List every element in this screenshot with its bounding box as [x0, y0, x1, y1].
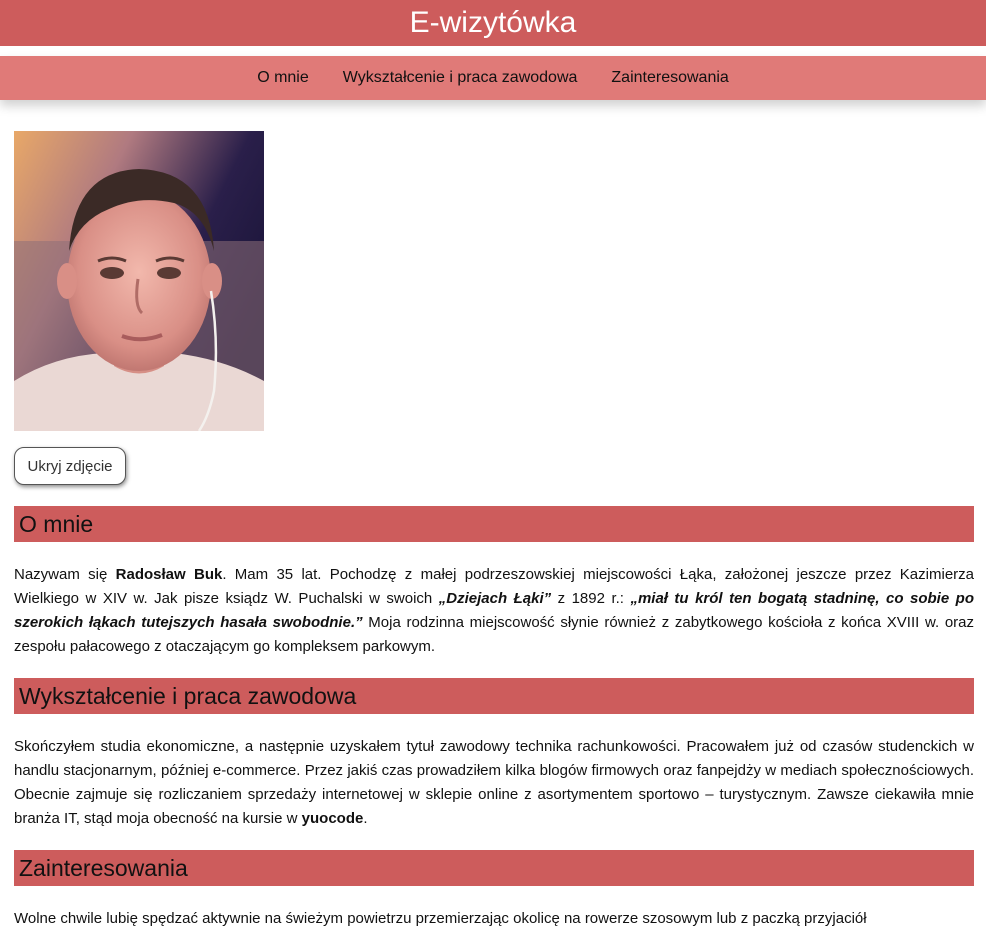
- site-header: E-wizytówka: [0, 0, 986, 46]
- education-paragraph: Skończyłem studia ekonomiczne, a następn…: [14, 735, 974, 831]
- education-text-end: .: [363, 810, 368, 827]
- about-text-intro: Nazywam się: [14, 566, 116, 583]
- profile-photo: [14, 131, 264, 431]
- about-book-title: „Dziejach Łąki”: [438, 590, 552, 607]
- education-brand: yuocode: [301, 810, 364, 827]
- about-name: Radosław Buk: [115, 566, 223, 583]
- section-heading-interests: Zainteresowania: [14, 850, 974, 886]
- nav-link-interests[interactable]: Zainteresowania: [611, 69, 728, 87]
- site-title: E-wizytówka: [409, 6, 577, 39]
- hide-photo-button[interactable]: Ukryj zdjęcie: [14, 447, 126, 485]
- main-nav: O mnie Wykształcenie i praca zawodowa Za…: [0, 56, 986, 100]
- interests-paragraph: Wolne chwile lubię spędzać aktywnie na ś…: [14, 907, 974, 931]
- education-text: Skończyłem studia ekonomiczne, a następn…: [14, 738, 974, 827]
- about-text-mid2: z 1892 r.:: [551, 590, 631, 607]
- interests-text: Wolne chwile lubię spędzać aktywnie na ś…: [14, 910, 867, 927]
- nav-link-about[interactable]: O mnie: [257, 69, 309, 87]
- profile-photo-image: [14, 131, 264, 431]
- section-heading-about: O mnie: [14, 506, 974, 542]
- nav-link-education[interactable]: Wykształcenie i praca zawodowa: [343, 69, 578, 87]
- section-heading-education: Wykształcenie i praca zawodowa: [14, 678, 974, 714]
- about-paragraph: Nazywam się Radosław Buk. Mam 35 lat. Po…: [14, 563, 974, 659]
